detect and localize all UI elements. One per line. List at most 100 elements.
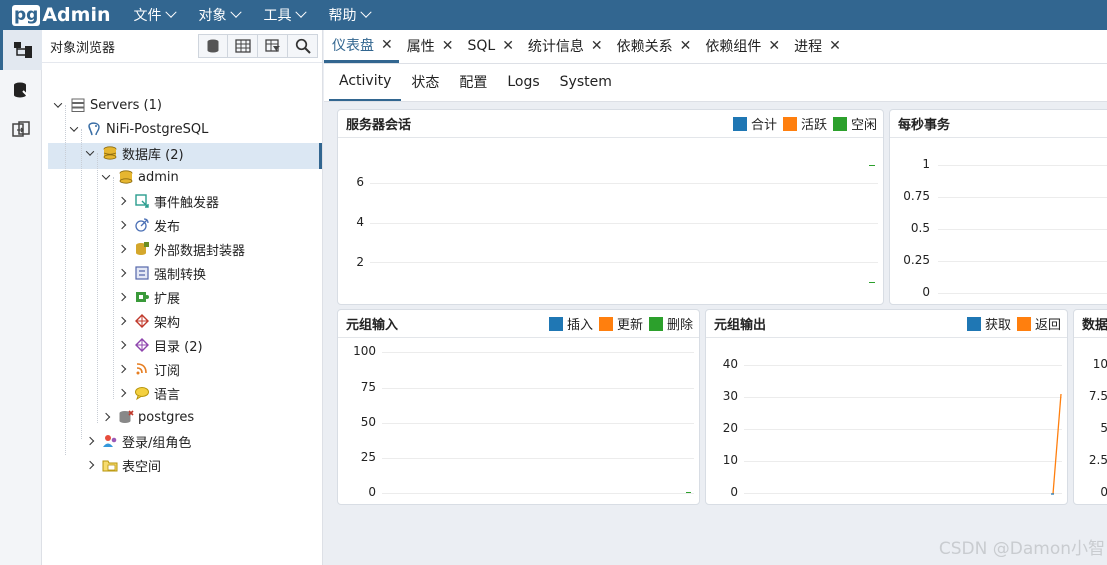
chevron-right-icon[interactable] [84,435,96,447]
tree-node-subscriptions[interactable]: 订阅 [116,357,180,381]
pgadmin-logo[interactable]: pg Admin [12,4,111,26]
menu-object[interactable]: 对象 [190,0,249,30]
chevron-right-icon[interactable] [100,411,112,423]
database-query-icon [14,82,29,98]
tree-node-label: 登录/组角色 [122,435,192,451]
query-tool-toolbar-button[interactable] [198,34,228,58]
subtab-state[interactable]: 状态 [401,63,449,101]
tab-label: 统计信息 [527,39,584,55]
close-icon[interactable]: ✕ [680,38,692,54]
y-tick-label: 2.5 [1088,453,1107,467]
legend-label: 活跃 [800,118,827,133]
y-tick-label: 20 [722,421,738,435]
event-trigger-icon [134,193,150,209]
tab-statistics[interactable]: 统计信息 ✕ [520,29,609,63]
grid-line [370,262,878,263]
y-tick-label: 0.5 [910,221,930,235]
close-icon[interactable]: ✕ [591,38,603,54]
tab-dashboard[interactable]: 仪表盘 ✕ [324,29,399,63]
search-objects-button[interactable] [288,34,318,58]
tree-node-servers[interactable]: Servers (1) [52,93,162,117]
chevron-right-icon[interactable] [116,315,128,327]
roles-icon [102,433,118,449]
tab-dependencies[interactable]: 依赖关系 ✕ [609,29,698,63]
grid-line [744,461,1062,462]
tree-node-admin[interactable]: admin [100,165,179,189]
tab-processes[interactable]: 进程 ✕ [786,29,847,63]
grid-line [370,223,878,224]
tab-properties[interactable]: 属性 ✕ [399,29,460,63]
y-tick-label: 6 [356,175,364,189]
tree-node-label: postgres [138,409,195,425]
y-tick-label: 100 [353,344,376,358]
y-tick-label: 10 [722,453,738,467]
object-browser-title: 对象浏览器 [50,40,116,56]
tree-node-server[interactable]: NiFi-PostgreSQL [68,117,208,141]
close-icon[interactable]: ✕ [768,38,780,54]
tree-node-label: Servers (1) [90,97,162,113]
extension-icon [134,289,150,305]
close-icon[interactable]: ✕ [829,38,841,54]
tree-node-fdw[interactable]: 外部数据封装器 [116,237,245,261]
tree-node-casts[interactable]: 强制转换 [116,261,206,285]
y-tick-label: 5 [1078,421,1107,435]
chevron-right-icon[interactable] [116,339,128,351]
chevron-right-icon[interactable] [116,291,128,303]
tree-node-languages[interactable]: 语言 [116,381,180,405]
close-icon[interactable]: ✕ [502,38,514,54]
chevron-down-icon [164,6,177,18]
chevron-right-icon[interactable] [116,387,128,399]
tab-sql[interactable]: SQL ✕ [459,29,519,63]
tree-node-tablespaces[interactable]: 表空间 [84,453,161,477]
y-tick-label: 4 [356,215,364,229]
panel-title: 数据 [1082,318,1107,333]
tree-node-schemas[interactable]: 架构 [116,309,180,333]
tree-node-roles[interactable]: 登录/组角色 [84,429,191,453]
grid-line [382,388,694,389]
y-tick-label: 30 [722,389,738,403]
logo-pg: pg [12,4,41,26]
query-tool-button[interactable] [0,70,42,110]
series-returned-line [1051,393,1062,495]
subtab-system[interactable]: System [550,63,622,101]
object-browser-header: 对象浏览器 [42,30,322,63]
grid-line [744,397,1062,398]
search-icon [295,38,311,54]
menu-help[interactable]: 帮助 [320,0,379,30]
view-data-button[interactable] [228,34,258,58]
chevron-down-icon[interactable] [52,99,64,111]
chevron-right-icon[interactable] [116,219,128,231]
menu-tools[interactable]: 工具 [255,0,314,30]
close-icon[interactable]: ✕ [442,38,454,54]
tree-node-event-triggers[interactable]: 事件触发器 [116,189,219,213]
publication-icon [134,217,150,233]
object-explorer-button[interactable] [0,30,42,70]
close-icon[interactable]: ✕ [381,37,393,53]
chevron-down-icon[interactable] [100,171,112,183]
schema-diff-button[interactable] [0,110,42,150]
chevron-right-icon[interactable] [116,267,128,279]
subtab-logs[interactable]: Logs [497,63,549,101]
subtab-configuration[interactable]: 配置 [449,63,497,101]
tree-node-label: 订阅 [154,363,181,379]
subtab-activity[interactable]: Activity [329,63,402,101]
legend-label: 更新 [616,318,643,333]
tree-node-postgres[interactable]: postgres [100,405,194,429]
chevron-down-icon[interactable] [84,147,96,159]
chevron-right-icon[interactable] [116,243,128,255]
tab-label: 属性 [406,39,435,55]
chevron-right-icon[interactable] [84,459,96,471]
legend-label: 返回 [1034,318,1061,333]
chevron-right-icon[interactable] [116,195,128,207]
tree-node-catalogs[interactable]: 目录 (2) [116,333,203,357]
tree-node-extensions[interactable]: 扩展 [116,285,180,309]
tree-node-databases[interactable]: 数据库 (2) [84,141,184,165]
grid-line [744,493,1062,494]
menu-file[interactable]: 文件 [125,0,184,30]
filter-data-button[interactable] [258,34,288,58]
menu-object-label: 对象 [198,8,227,24]
tree-node-publications[interactable]: 发布 [116,213,180,237]
chevron-down-icon[interactable] [68,123,80,135]
chevron-right-icon[interactable] [116,363,128,375]
tab-dependents[interactable]: 依赖组件 ✕ [697,29,786,63]
